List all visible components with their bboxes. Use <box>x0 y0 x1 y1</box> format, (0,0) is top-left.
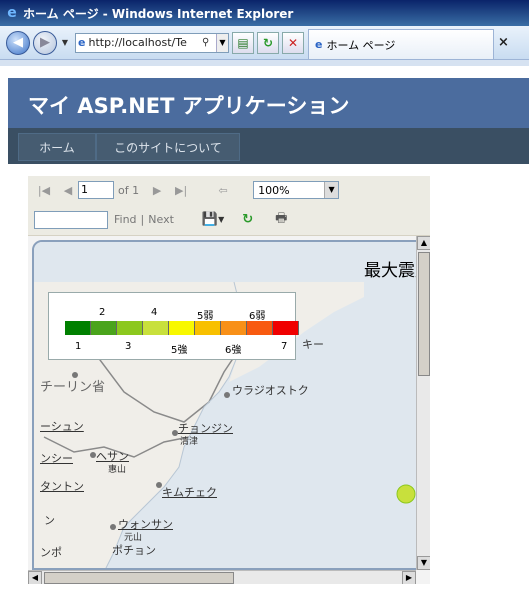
last-page-icon[interactable]: ▶| <box>171 184 191 197</box>
site-header: マイ ASP.NET アプリケーション <box>8 78 529 128</box>
map-frame: 最大震度 2 4 5弱 6弱 1 3 5強 6強 7 キー チーリン省 ウラジオ… <box>32 240 430 570</box>
window-title: ホーム ページ - Windows Internet Explorer <box>23 6 294 21</box>
legend-label-bottom: 6強 <box>225 345 242 356</box>
map-place-label: 惠山 <box>108 465 127 475</box>
report-body: 最大震度 2 4 5弱 6弱 1 3 5強 6強 7 キー チーリン省 ウラジオ… <box>28 236 430 584</box>
map-place-label: ンポ <box>40 546 62 559</box>
map-legend: 2 4 5弱 6弱 1 3 5強 6強 7 <box>48 292 299 360</box>
export-dropdown-icon[interactable]: ▼ <box>218 215 224 224</box>
compatibility-view-button[interactable]: ▤ <box>232 31 254 54</box>
back-to-parent-icon[interactable]: ⇦ <box>213 184 233 197</box>
scroll-down-icon[interactable]: ▼ <box>417 556 430 570</box>
zoom-value: 100% <box>258 183 290 197</box>
report-viewer: |◀ ◀ 1 of 1 ▶ ▶| ⇦ 100% ▼ Find | Next 💾 … <box>28 176 430 584</box>
map-place-label: タントン <box>40 480 84 493</box>
map-place-label: チーリン省 <box>40 380 106 395</box>
site-menu: ホーム このサイトについて <box>8 128 529 164</box>
legend-color-swatch <box>195 321 221 335</box>
map-place-label: ウラジオストク <box>232 384 309 397</box>
legend-color-swatch <box>91 321 117 335</box>
report-toolbar-paging: |◀ ◀ 1 of 1 ▶ ▶| ⇦ 100% ▼ <box>28 176 430 204</box>
find-link[interactable]: Find <box>114 213 137 226</box>
legend-label-bottom: 3 <box>125 341 132 352</box>
find-separator: | <box>140 213 145 226</box>
legend-label-bottom: 5強 <box>171 345 188 356</box>
legend-color-swatch <box>143 321 169 335</box>
scroll-thumb[interactable] <box>418 252 430 376</box>
map-place-label: ポチョン <box>112 544 156 557</box>
map-place-label: ン <box>44 514 55 527</box>
legend-label-top: 6弱 <box>249 311 266 322</box>
legend-color-swatch <box>273 321 299 335</box>
back-button[interactable]: ◀ <box>6 30 30 55</box>
menu-item-about[interactable]: このサイトについて <box>96 133 240 161</box>
forward-button[interactable]: ▶ <box>33 30 57 55</box>
find-text-input[interactable] <box>34 210 108 229</box>
next-page-icon[interactable]: ▶ <box>147 184 167 197</box>
legend-label-top: 4 <box>151 307 158 318</box>
map-place-label: ーシュン <box>40 420 84 433</box>
legend-color-bar <box>65 321 299 335</box>
page-icon: e <box>78 36 86 49</box>
refresh-report-icon[interactable]: ↻ <box>242 212 253 227</box>
first-page-icon[interactable]: |◀ <box>34 184 54 197</box>
map-place-label: ンシー <box>40 452 73 465</box>
tab-close-button[interactable]: × <box>498 35 509 50</box>
legend-label-top: 2 <box>99 307 106 318</box>
tab-ie-icon: e <box>315 38 323 51</box>
city-dot <box>110 524 116 530</box>
legend-label-bottom: 1 <box>75 341 82 352</box>
map-place-label: キー <box>302 338 324 351</box>
legend-color-swatch <box>221 321 247 335</box>
address-dropdown-icon[interactable]: ▼ <box>216 33 228 52</box>
legend-label-top: 5弱 <box>197 311 214 322</box>
address-url: http://localhost/Te <box>88 36 187 49</box>
scroll-left-icon[interactable]: ◀ <box>28 571 42 584</box>
legend-color-swatch <box>117 321 143 335</box>
search-icon[interactable]: ⚲ <box>202 37 216 48</box>
report-toolbar-find: Find | Next 💾 ▼ ↻ 🖶 <box>28 204 430 236</box>
browser-toolbar: ◀ ▶ ▼ e http://localhost/Te ⚲ ▼ ▤ ↻ ✕ e … <box>0 26 529 60</box>
browser-tab[interactable]: e ホーム ページ <box>308 29 494 59</box>
map-place-label: キムチェク <box>162 486 217 499</box>
export-icon[interactable]: 💾 <box>202 212 218 227</box>
map-place-label: 清津 <box>180 437 199 447</box>
stop-button[interactable]: ✕ <box>282 31 304 54</box>
tab-label: ホーム ページ <box>326 38 396 52</box>
refresh-button[interactable]: ↻ <box>257 31 279 54</box>
window-titlebar: e ホーム ページ - Windows Internet Explorer <box>0 0 529 26</box>
scroll-thumb[interactable] <box>44 572 234 584</box>
legend-color-swatch <box>169 321 195 335</box>
history-dropdown-icon[interactable]: ▼ <box>59 38 71 47</box>
city-dot <box>224 392 230 398</box>
page-number-input[interactable]: 1 <box>78 181 114 199</box>
menu-item-home[interactable]: ホーム <box>18 133 96 161</box>
previous-page-icon[interactable]: ◀ <box>58 184 78 197</box>
scroll-up-icon[interactable]: ▲ <box>417 236 430 250</box>
next-link[interactable]: Next <box>148 213 174 226</box>
report-vertical-scrollbar[interactable]: ▲ ▼ <box>416 236 430 570</box>
page-content: マイ ASP.NET アプリケーション ホーム このサイトについて |◀ ◀ 1… <box>0 66 529 589</box>
ie-logo-icon: e <box>7 5 17 21</box>
address-bar[interactable]: e http://localhost/Te ⚲ ▼ <box>75 32 229 53</box>
print-icon[interactable]: 🖶 <box>275 209 287 231</box>
legend-color-swatch <box>247 321 273 335</box>
legend-color-swatch <box>65 321 91 335</box>
page-count-label: of 1 <box>118 183 140 197</box>
zoom-dropdown-icon[interactable]: ▼ <box>324 182 339 198</box>
scroll-right-icon[interactable]: ▶ <box>402 571 416 584</box>
report-horizontal-scrollbar[interactable]: ◀ ▶ <box>28 570 416 584</box>
site-title: マイ ASP.NET アプリケーション <box>28 94 350 118</box>
legend-label-bottom: 7 <box>281 341 288 352</box>
zoom-select[interactable]: 100% ▼ <box>253 181 340 199</box>
